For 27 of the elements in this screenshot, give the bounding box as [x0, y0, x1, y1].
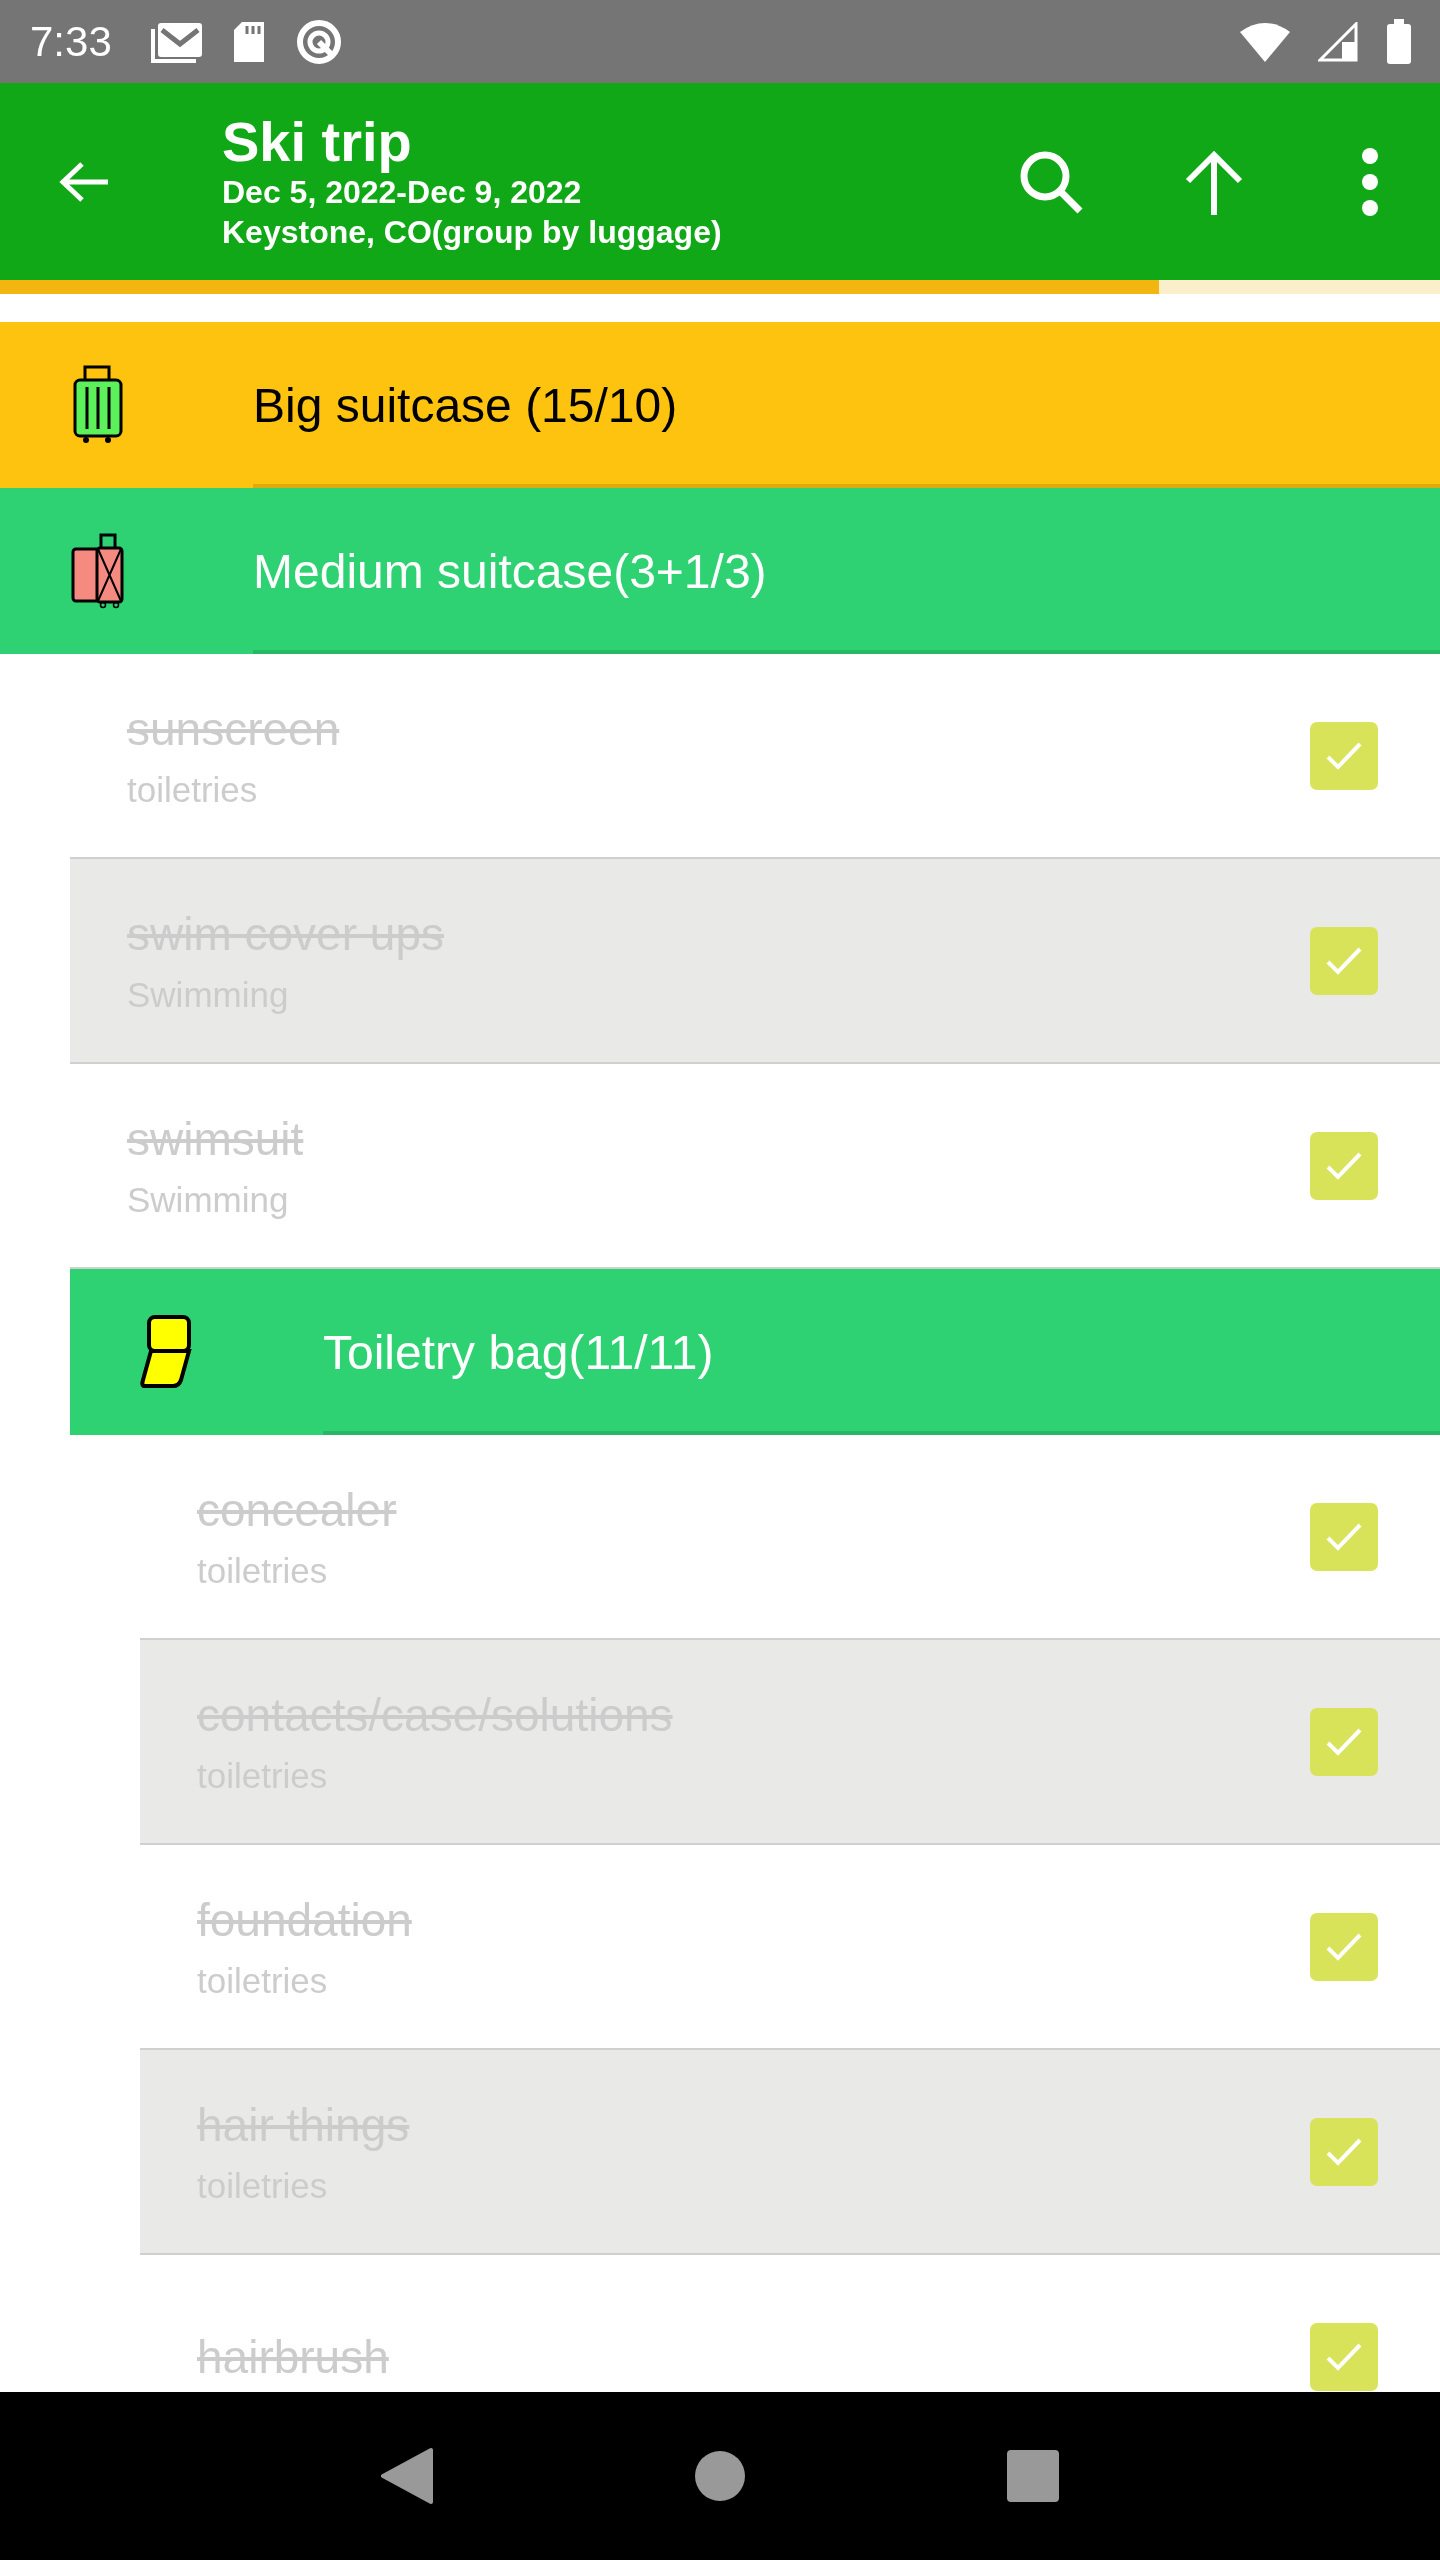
recents-icon[interactable] [1007, 2450, 1059, 2502]
signal-icon [1318, 21, 1358, 62]
group-header[interactable]: Big suitcase (15/10) [0, 322, 1440, 488]
up-arrow-icon[interactable] [1184, 148, 1244, 215]
group-header[interactable]: Medium suitcase(3+1/3) [0, 488, 1440, 654]
back-arrow-icon[interactable] [58, 159, 110, 204]
home-icon[interactable] [695, 2451, 745, 2501]
group-header[interactable]: Toiletry bag(11/11) [70, 1269, 1440, 1435]
checkbox[interactable] [1310, 1707, 1378, 1776]
checkbox[interactable] [1310, 2322, 1378, 2391]
wifi-icon [1240, 21, 1290, 62]
luggage-icon [69, 533, 127, 609]
status-time: 7:33 [30, 17, 112, 66]
checkbox[interactable] [1310, 1502, 1378, 1571]
more-icon[interactable] [1362, 147, 1378, 216]
checkbox[interactable] [1310, 1912, 1378, 1981]
checkbox[interactable] [1310, 1131, 1378, 1200]
trip-subtitle: Keystone, CO(group by luggage) [222, 213, 723, 253]
trip-title: Ski trip [222, 110, 413, 173]
checkbox[interactable] [1310, 2117, 1378, 2186]
checkbox[interactable] [1310, 721, 1378, 790]
suitcase-icon [72, 365, 124, 445]
back-icon[interactable] [381, 2447, 433, 2505]
trip-subtitle: Dec 5, 2022-Dec 9, 2022 [222, 173, 583, 213]
checkbox[interactable] [1310, 926, 1378, 995]
sd-card-icon [231, 19, 266, 64]
battery-icon [1386, 18, 1412, 65]
